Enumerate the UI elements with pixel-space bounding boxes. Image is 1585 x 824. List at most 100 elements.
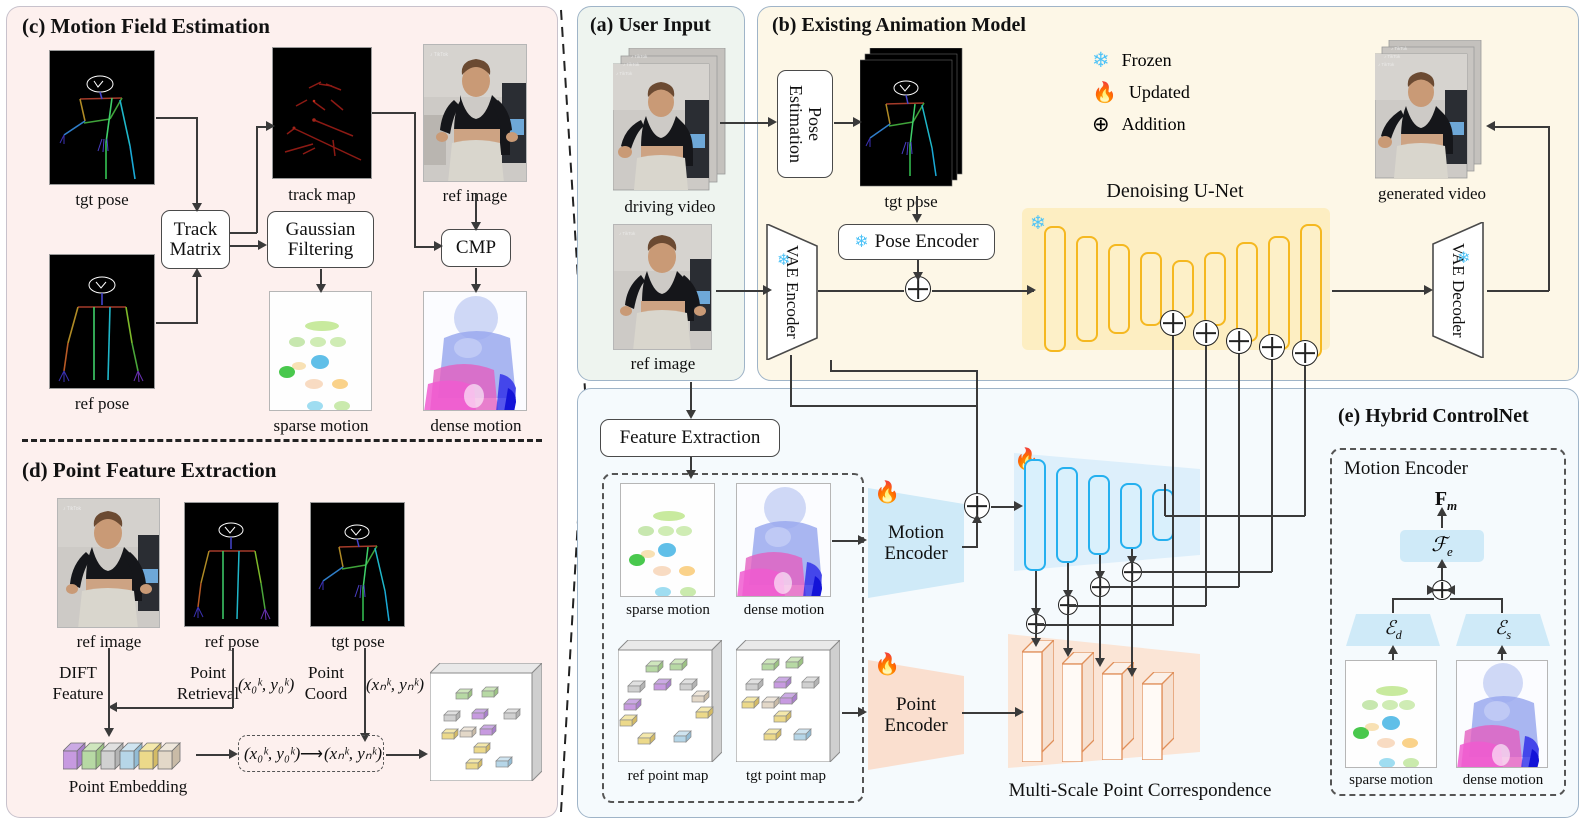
arrowhead — [763, 285, 772, 295]
image-result-point-map-d — [428, 661, 544, 786]
image-ref-image-c: ♪ TikTok — [423, 44, 527, 182]
unet-bar — [1268, 236, 1290, 350]
arrowhead — [1424, 285, 1433, 295]
svg-text:♪ TikTok: ♪ TikTok — [619, 231, 636, 236]
arrowhead — [108, 702, 117, 712]
arrow-plus-to-unet — [932, 290, 1034, 292]
arrowhead — [258, 240, 267, 250]
arrow-vaedecoder-to-generated — [1487, 290, 1549, 292]
arrowhead — [1063, 648, 1073, 657]
image-tgt-pose-b — [859, 47, 964, 193]
block-encoder-Es: ℰ_s ℰs — [1456, 614, 1550, 646]
block-vae-decoder[interactable]: VAE Decoder ❄ — [1425, 222, 1491, 358]
coord-tgt-label: (xₙᵏ, yₙᵏ) — [366, 675, 425, 694]
arrowhead — [434, 241, 443, 251]
arrow-seg — [830, 370, 978, 372]
image-dense-motion-e — [736, 483, 831, 597]
controlnet-orange-block — [1100, 660, 1136, 765]
caption-ref-point-map: ref point map — [627, 768, 709, 784]
block-point-encoder[interactable]: Point Encoder 🔥 — [868, 654, 964, 770]
image-dense-motion-c — [423, 291, 527, 411]
panel-b-title: (b) Existing Animation Model — [772, 14, 1026, 36]
block-feature-extraction[interactable]: Feature Extraction — [600, 419, 780, 457]
block-gaussian-filtering[interactable]: Gaussian Filtering — [267, 211, 374, 268]
track-matrix-line1: Track — [173, 218, 218, 240]
arrowhead — [1031, 608, 1041, 617]
block-pose-encoder[interactable]: ❄ Pose Encoder — [838, 224, 995, 260]
dift-line2: Feature — [52, 684, 104, 704]
arrow-refpose-to-trackmatrix — [156, 322, 198, 324]
motion-encoder-line1: Motion — [888, 521, 944, 543]
dift-line1: DIFT — [59, 663, 97, 682]
arrowhead — [192, 203, 202, 212]
arrow-vae-to-plus — [818, 290, 904, 292]
arrowhead — [1031, 638, 1041, 647]
addition-node-unet-5 — [1292, 340, 1318, 366]
skip-conn-4v — [1271, 360, 1273, 572]
coord-line1: Point — [308, 663, 344, 682]
unet-bar — [1076, 236, 1098, 342]
feature-extraction-label: Feature Extraction — [619, 427, 761, 449]
controlnet-blue-bar — [1120, 483, 1142, 549]
caption-sparse-motion-e: sparse motion — [626, 602, 710, 618]
arrowhead — [316, 284, 326, 293]
arrow-seg — [830, 360, 832, 372]
arrow-mapping-to-pointmap — [386, 754, 422, 756]
arrowhead — [858, 707, 867, 717]
arrowhead — [1027, 285, 1036, 295]
snowflake-icon: ❄ — [854, 232, 869, 252]
arrow-seg — [414, 112, 416, 247]
image-generated-video: ♪ TikTok ♪ TikTok ♪ TikTok — [1374, 39, 1487, 187]
skip-conn-3v — [1238, 354, 1240, 587]
image-ref-pose-c — [49, 254, 155, 389]
arrow-plus-input — [976, 424, 978, 494]
unet-bar — [1044, 226, 1066, 352]
arrow-embedding-to-mapping — [196, 754, 232, 756]
label-dift-feature: DIFT Feature — [38, 662, 118, 705]
controlnet-orange-block — [1140, 670, 1176, 765]
Fe-rendered: ℱe — [1431, 534, 1453, 559]
image-sparse-motion-e — [620, 483, 715, 597]
block-motion-encoder[interactable]: Motion Encoder 🔥 — [868, 482, 964, 598]
pose-encoder-label: Pose Encoder — [874, 231, 979, 253]
point-encoder-line2: Encoder — [884, 715, 948, 736]
image-dense-motion-inset — [1456, 660, 1548, 768]
legend-updated: 🔥 Updated — [1092, 80, 1190, 105]
block-pose-estimation[interactable]: Pose Estimation — [777, 70, 833, 178]
arrow-Es-up — [1501, 598, 1503, 613]
caption-driving-video: driving video — [624, 197, 716, 216]
arrow-pointenc-to-orange — [962, 712, 1018, 714]
image-sparse-motion-c — [269, 291, 372, 411]
arrowhead — [972, 514, 982, 523]
arrow-trackmap-to-cmp — [372, 112, 415, 114]
svg-text:♪ TikTok: ♪ TikTok — [430, 52, 449, 58]
block-cmp[interactable]: CMP — [441, 229, 511, 267]
arrow-refpose-down-d — [232, 648, 234, 708]
track-matrix-line2: Matrix — [169, 238, 222, 260]
skip-conn-5v — [1304, 366, 1306, 516]
motion-encoder-line2: Encoder — [884, 543, 948, 564]
coord-line2: Coord — [304, 684, 348, 704]
block-track-matrix[interactable]: Track Matrix — [161, 210, 230, 269]
arrow-Es-to-plus-h — [1450, 598, 1502, 600]
arrowhead — [1486, 121, 1495, 131]
svg-text:♪ TikTok: ♪ TikTok — [631, 54, 648, 59]
pose-estimation-label: Pose Estimation — [786, 85, 825, 163]
arrowhead — [419, 749, 428, 759]
arrowhead — [266, 121, 275, 131]
block-encoder-Ed: ℰ_d ℰd — [1346, 614, 1440, 646]
snowflake-icon: ❄ — [777, 252, 791, 269]
arrowhead — [1427, 585, 1436, 595]
svg-text:♪ TikTok: ♪ TikTok — [1378, 62, 1395, 67]
arrowhead — [104, 728, 114, 737]
arrowhead — [1127, 668, 1137, 677]
legend-updated-label: Updated — [1128, 82, 1190, 102]
Es-rendered: ℰs — [1494, 618, 1512, 642]
svg-text:♪ TikTok: ♪ TikTok — [1384, 54, 1401, 59]
label-multiscale-point-correspondence: Multi-Scale Point Correspondence — [1008, 780, 1272, 801]
addition-node-unet-4 — [1259, 334, 1285, 360]
arrowhead — [192, 268, 202, 277]
image-tgt-pose-d — [310, 502, 405, 627]
arrowhead — [858, 535, 867, 545]
image-ref-pose-d — [184, 502, 279, 627]
